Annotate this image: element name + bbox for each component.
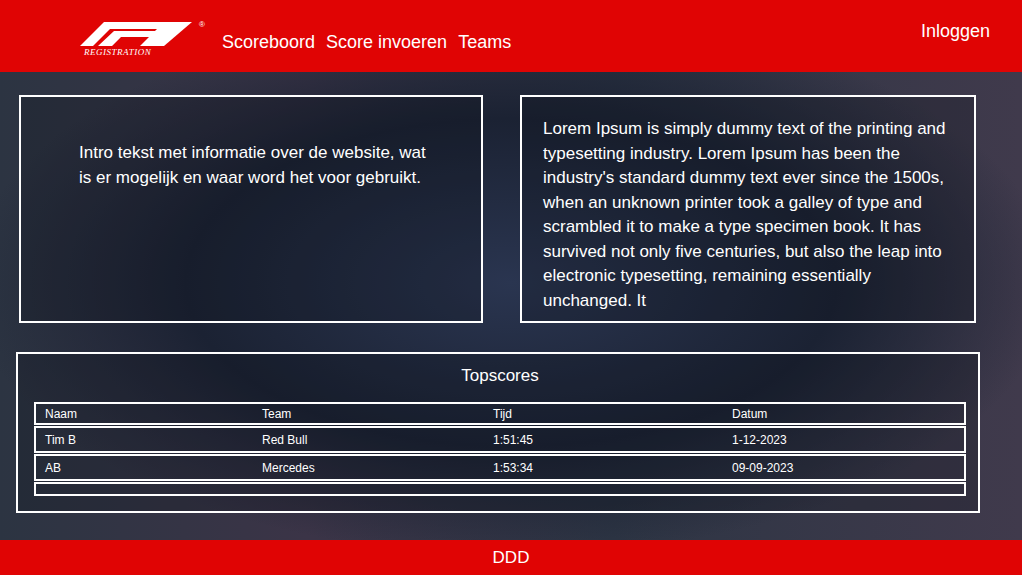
- topscores-title: Topscores: [34, 366, 966, 386]
- table-row[interactable]: ABMercedes1:53:3409-09-2023: [34, 454, 966, 481]
- logo[interactable]: ® REGISTRATION: [80, 20, 212, 57]
- header: ® REGISTRATION Scoreboord Score invoeren Tea…: [0, 0, 1022, 72]
- table-cell: 1:53:34: [493, 461, 732, 475]
- table-cell: Mercedes: [262, 461, 493, 475]
- intro-text: Intro tekst met informatie over de websi…: [79, 141, 441, 190]
- info-card: Lorem Ipsum is simply dummy text of the …: [520, 95, 976, 323]
- info-text: Lorem Ipsum is simply dummy text of the …: [543, 117, 954, 313]
- table-row[interactable]: Tim BRed Bull1:51:451-12-2023: [34, 426, 966, 453]
- page: ® REGISTRATION Scoreboord Score invoeren Tea…: [0, 0, 1022, 575]
- topscores-card: TopscoresNaamTeamTijdDatumTim BRed Bull1…: [16, 352, 980, 513]
- table-cell: 1-12-2023: [732, 433, 955, 447]
- logo-mark: ®: [199, 20, 205, 29]
- table-cell: 1:51:45: [493, 433, 732, 447]
- column-header: Tijd: [493, 407, 732, 421]
- column-header: Naam: [45, 407, 262, 421]
- main-content: Intro tekst met informatie over de websi…: [0, 72, 1022, 540]
- column-header: Datum: [732, 407, 955, 421]
- nav: Scoreboord Score invoeren Teams: [222, 32, 511, 53]
- login-link[interactable]: Inloggen: [921, 21, 990, 42]
- nav-link[interactable]: Score invoeren: [326, 32, 447, 53]
- table-cell: 09-09-2023: [732, 461, 955, 475]
- table-header: NaamTeamTijdDatum: [34, 402, 966, 425]
- column-header: Team: [262, 407, 493, 421]
- footer-text: DDD: [493, 548, 530, 568]
- empty-row: [34, 482, 966, 496]
- info-row: Intro tekst met informatie over de websi…: [19, 95, 980, 323]
- intro-card: Intro tekst met informatie over de websi…: [19, 95, 483, 323]
- logo-caption: REGISTRATION: [84, 47, 151, 57]
- table-cell: AB: [45, 461, 262, 475]
- scores-table: NaamTeamTijdDatumTim BRed Bull1:51:451-1…: [34, 402, 966, 496]
- nav-link[interactable]: Scoreboord: [222, 32, 315, 53]
- footer: DDD: [0, 540, 1022, 575]
- table-cell: Tim B: [45, 433, 262, 447]
- f1-logo-icon: [80, 20, 198, 46]
- nav-link[interactable]: Teams: [458, 32, 511, 53]
- table-cell: Red Bull: [262, 433, 493, 447]
